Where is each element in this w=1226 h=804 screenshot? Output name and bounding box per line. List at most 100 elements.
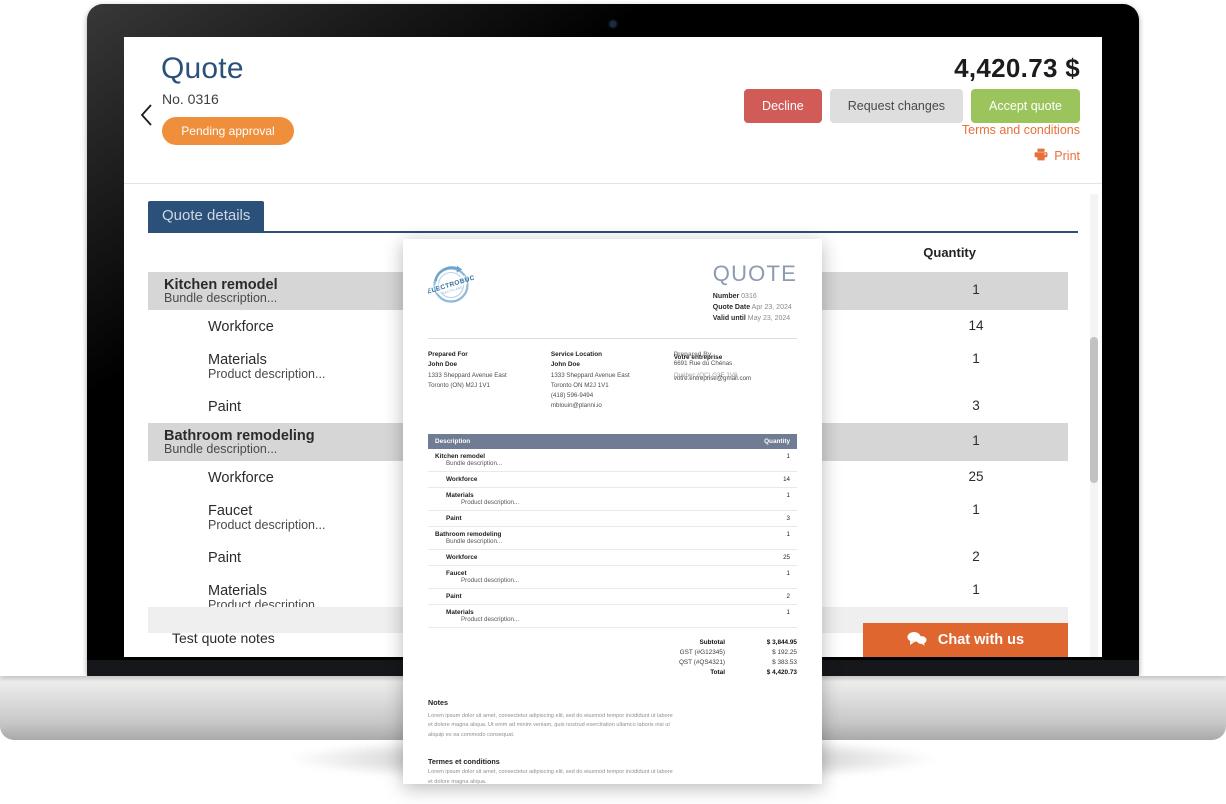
pdf-items-table: Description Quantity Kitchen remodel Bund…	[428, 433, 797, 628]
pdf-total-label: Total	[710, 668, 725, 676]
item-quantity: 3	[972, 398, 980, 413]
pdf-row-quantity: 25	[783, 553, 790, 561]
pdf-doc-title: QUOTE	[712, 261, 797, 286]
item-description: Bundle description...	[164, 291, 278, 305]
item-description: Product description...	[208, 518, 326, 532]
pdf-totals: Subtotal $ 3,844.95 GST (#G12345) $ 192.25 Q…	[428, 639, 797, 676]
tab-strip: Quote details	[124, 201, 1102, 233]
pdf-table-row: Faucet Product description... 1	[428, 566, 797, 589]
item-quantity: 1	[972, 433, 980, 448]
pdf-row-description: Workforce	[435, 554, 478, 561]
pdf-column-quantity: Quantity	[764, 437, 790, 445]
print-label: Print	[1054, 149, 1080, 163]
item-quantity: 1	[972, 502, 980, 517]
prepared-by-email: votre.entreprise@gmail.com	[673, 374, 752, 382]
pdf-meta-row: Number 0316	[713, 292, 797, 303]
pdf-table-row: Bathroom remodeling Bundle description...…	[428, 527, 797, 550]
quote-number: No. 0316	[162, 91, 219, 107]
pdf-row-sub-description: Product description...	[461, 498, 520, 506]
prepared-for-heading: Prepared For	[428, 350, 468, 358]
pdf-total-row: GST (#G12345) $ 192.25	[622, 649, 797, 656]
item-quantity: 2	[972, 549, 980, 564]
pdf-total-label: QST (#QS4321)	[678, 658, 725, 666]
prepared-for-name: John Doe	[428, 361, 458, 369]
pdf-total-label: Subtotal	[699, 638, 725, 646]
chat-with-us-button[interactable]: Chat with us	[863, 623, 1068, 657]
pdf-parties: Prepared For John Doe 1333 Sheppard Aven…	[428, 350, 797, 412]
service-location-line1: 1333 Sheppard Avenue East	[550, 371, 630, 379]
item-description: Product description...	[208, 367, 326, 381]
service-location-phone: (418) 596-9494	[550, 392, 594, 400]
pdf-table-row: Materials Product description... 1	[428, 605, 797, 628]
pdf-table-row: Paint 2	[428, 589, 797, 605]
pdf-header: ELECTROBUC RECYCLAGE QUOTE Number 0316 Qu…	[426, 261, 797, 325]
pdf-table-row: Materials Product description... 1	[428, 488, 797, 511]
pdf-row-quantity: 1	[786, 569, 790, 577]
item-quantity: 14	[968, 318, 984, 333]
prepared-for-block: Prepared For John Doe 1333 Sheppard Aven…	[428, 350, 551, 412]
pdf-bundle-name: Kitchen remodel	[435, 452, 486, 460]
pdf-item-name: Workforce	[446, 553, 478, 561]
item-quantity: 1	[972, 351, 980, 366]
pdf-column-description: Description	[435, 437, 471, 445]
pdf-divider	[428, 337, 797, 339]
pdf-total-value: $ 192.25	[772, 648, 797, 656]
pdf-meta-value: May 23, 2024	[745, 314, 791, 322]
pdf-meta-label: Quote Date	[712, 303, 751, 311]
pdf-row-description: Materials Product description...	[435, 492, 519, 506]
chat-bubble-icon	[907, 631, 927, 650]
pdf-row-sub-description: Product description...	[461, 576, 520, 584]
pdf-meta-value: Apr 23, 2024	[750, 303, 792, 311]
pdf-meta-label: Valid until	[712, 314, 746, 322]
status-badge: Pending approval	[162, 117, 294, 145]
pdf-row-description: Kitchen remodel Bundle description...	[435, 453, 502, 467]
pdf-notes-body: Lorem ipsum dolor sit amet, consectetur …	[428, 712, 673, 739]
terms-and-conditions-link[interactable]: Terms and conditions	[962, 123, 1080, 137]
pdf-row-quantity: 1	[786, 491, 790, 499]
pdf-row-description: Faucet Product description...	[435, 570, 519, 584]
back-button[interactable]	[136, 101, 158, 129]
page-header: Quote No. 0316 Pending approval 4,420.73…	[124, 37, 1102, 184]
item-name: Faucet	[208, 502, 253, 519]
pdf-item-name: Paint	[446, 514, 462, 522]
pdf-row-sub-description: Product description...	[461, 615, 520, 623]
item-quantity: 1	[972, 582, 980, 597]
pdf-total-label: GST (#G12345)	[679, 648, 725, 656]
webcam-icon	[610, 21, 616, 27]
pdf-preview-card[interactable]: ELECTROBUC RECYCLAGE QUOTE Number 0316 Qu…	[403, 239, 822, 784]
pdf-item-name: Paint	[446, 592, 462, 600]
service-location-line2: Toronto ON M2J 1V1	[550, 381, 609, 389]
device-frame: Quote No. 0316 Pending approval 4,420.73…	[0, 0, 1226, 804]
bundle-name: Kitchen remodel	[164, 277, 278, 293]
pdf-row-quantity: 1	[786, 452, 790, 460]
prepared-for-line2: Toronto (ON) M2J 1V1	[428, 381, 490, 389]
pdf-row-description: Materials Product description...	[435, 609, 519, 623]
request-changes-button[interactable]: Request changes	[829, 89, 964, 123]
pdf-table-row: Workforce 14	[428, 472, 797, 488]
tab-quote-details[interactable]: Quote details	[148, 201, 265, 231]
pdf-total-value: $ 4,420.73	[766, 668, 797, 676]
pdf-meta-row: Quote Date Apr 23, 2024	[713, 303, 797, 314]
item-name: Workforce	[208, 469, 274, 486]
pdf-row-quantity: 14	[783, 475, 790, 483]
pdf-row-quantity: 3	[786, 514, 790, 522]
print-button[interactable]: Print	[1034, 148, 1080, 164]
item-quantity: 25	[968, 469, 984, 484]
pdf-row-quantity: 2	[786, 592, 790, 600]
pdf-meta-row: Valid until May 23, 2024	[713, 314, 797, 325]
pdf-notes-heading: Notes	[428, 697, 448, 707]
service-location-email: mblouin@planni.io	[550, 402, 602, 410]
scrollbar-thumb[interactable]	[1090, 337, 1098, 483]
pdf-item-name: Materials	[446, 608, 474, 616]
accept-quote-button[interactable]: Accept quote	[971, 89, 1080, 123]
pdf-row-sub-description: Bundle description...	[446, 537, 503, 545]
pdf-table-row: Paint 3	[428, 511, 797, 527]
item-name: Materials	[208, 351, 267, 368]
pdf-item-name: Workforce	[446, 475, 478, 483]
pdf-table-row: Workforce 25	[428, 550, 797, 566]
pdf-notes-section: Notes Lorem ipsum dolor sit amet, consec…	[428, 698, 797, 784]
pdf-row-description: Bathroom remodeling Bundle description...	[435, 531, 502, 545]
decline-button[interactable]: Decline	[744, 89, 822, 123]
pdf-table-body: Kitchen remodel Bundle description... 1 Wor…	[428, 449, 797, 628]
pdf-row-description: Paint	[435, 593, 462, 600]
